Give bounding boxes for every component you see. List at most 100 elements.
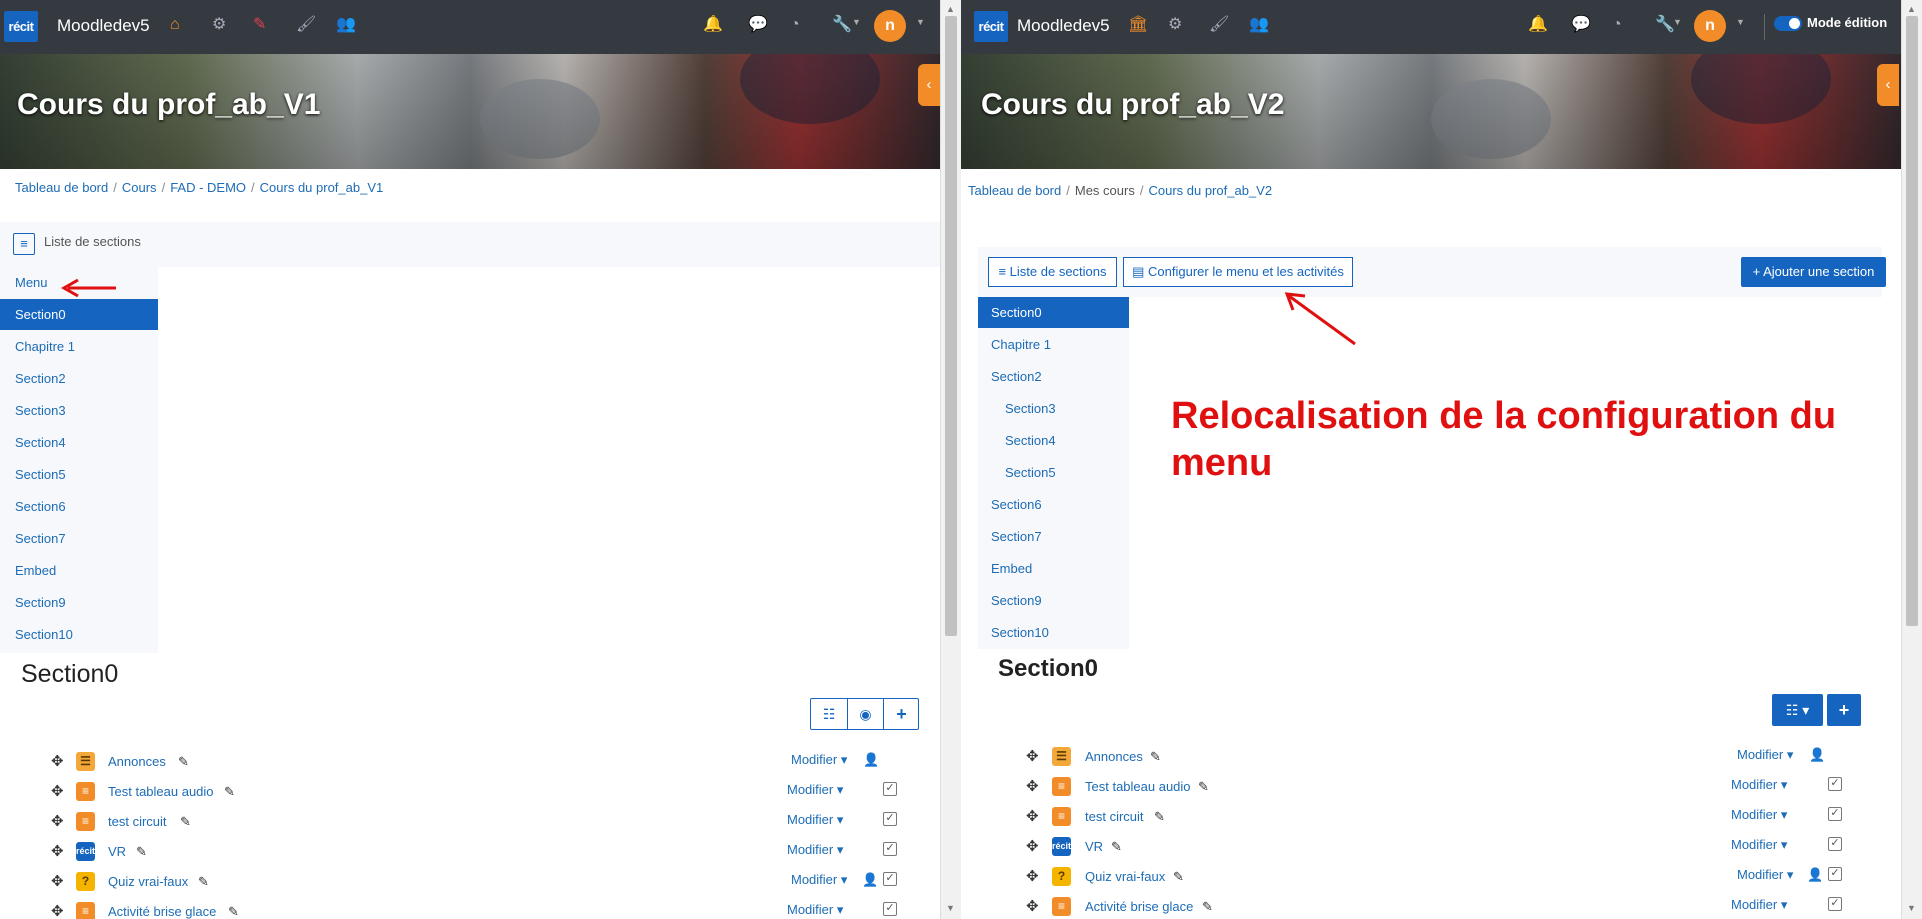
completion-checkbox[interactable]: ✓ bbox=[883, 872, 897, 886]
users-icon[interactable]: 👥 bbox=[1249, 15, 1269, 35]
activity-name[interactable]: Test tableau audio bbox=[1085, 779, 1191, 794]
move-icon[interactable]: ✥ bbox=[1026, 807, 1039, 825]
activity-name[interactable]: Activité brise glace bbox=[1085, 899, 1193, 914]
add-section-button[interactable]: + Ajouter une section bbox=[1741, 257, 1886, 287]
activity-name[interactable]: test circuit bbox=[108, 814, 167, 829]
section-item-1[interactable]: Chapitre 1 bbox=[0, 331, 158, 362]
plus-icon[interactable]: + bbox=[1827, 694, 1861, 726]
pencil-icon[interactable]: ✎ bbox=[1173, 869, 1184, 885]
breadcrumb-item[interactable]: Cours du prof_ab_V1 bbox=[260, 180, 384, 195]
pencil-icon[interactable]: ✎ bbox=[224, 784, 235, 800]
pencil-icon[interactable]: ✎ bbox=[1154, 809, 1165, 825]
modify-dropdown[interactable]: Modifier ▾ bbox=[1731, 807, 1787, 823]
completion-checkbox[interactable]: ✓ bbox=[1828, 897, 1842, 911]
avatar[interactable]: n bbox=[1694, 10, 1726, 42]
breadcrumb-item[interactable]: Cours du prof_ab_V2 bbox=[1148, 183, 1272, 198]
breadcrumb-item[interactable]: FAD - DEMO bbox=[170, 180, 246, 195]
section-item-4[interactable]: Section4 bbox=[0, 427, 158, 458]
drawer-toggle-icon[interactable]: ‹ bbox=[918, 64, 940, 106]
section-item-4[interactable]: Section4 bbox=[978, 425, 1129, 456]
activity-name[interactable]: Quiz vrai-faux bbox=[108, 874, 188, 889]
brush-icon[interactable]: 🖌 bbox=[296, 15, 316, 35]
pencil-icon[interactable]: ✎ bbox=[1111, 839, 1122, 855]
activity-name[interactable]: Test tableau audio bbox=[108, 784, 214, 799]
breadcrumb-item[interactable]: Mes cours bbox=[1075, 183, 1135, 198]
section-options-dropdown[interactable]: ☷ ▾ bbox=[1772, 694, 1823, 726]
dashboard-icon[interactable]: ◔ bbox=[1612, 15, 1622, 35]
completion-checkbox[interactable]: ✓ bbox=[883, 842, 897, 856]
modify-dropdown[interactable]: Modifier ▾ bbox=[791, 872, 847, 888]
completion-checkbox[interactable]: ✓ bbox=[883, 812, 897, 826]
modify-dropdown[interactable]: Modifier ▾ bbox=[787, 812, 843, 828]
move-icon[interactable]: ✥ bbox=[51, 752, 64, 770]
activity-name[interactable]: VR bbox=[108, 844, 126, 859]
bell-icon[interactable]: 🔔 bbox=[703, 15, 723, 35]
modify-dropdown[interactable]: Modifier ▾ bbox=[1731, 777, 1787, 793]
modify-dropdown[interactable]: Modifier ▾ bbox=[787, 782, 843, 798]
wrench-icon[interactable]: 🔧 bbox=[832, 15, 852, 35]
section-item-2[interactable]: Section2 bbox=[0, 363, 158, 394]
section-item-5[interactable]: Section5 bbox=[978, 457, 1129, 488]
bell-icon[interactable]: 🔔 bbox=[1528, 15, 1548, 35]
scroll-thumb[interactable] bbox=[1906, 16, 1918, 626]
section-item-7[interactable]: Section7 bbox=[978, 521, 1129, 552]
modify-dropdown[interactable]: Modifier ▾ bbox=[787, 902, 843, 918]
modify-dropdown[interactable]: Modifier ▾ bbox=[791, 752, 847, 768]
scroll-up-icon[interactable]: ▲ bbox=[946, 4, 955, 14]
completion-checkbox[interactable]: ✓ bbox=[1828, 807, 1842, 821]
completion-checkbox[interactable]: ✓ bbox=[1828, 837, 1842, 851]
pencil-icon[interactable]: ✎ bbox=[178, 754, 189, 770]
pencil-icon[interactable]: ✎ bbox=[1150, 749, 1161, 765]
site-logo[interactable]: récit bbox=[974, 11, 1008, 42]
pencil-icon[interactable]: ✎ bbox=[198, 874, 209, 890]
chevron-down-icon[interactable]: ▼ bbox=[852, 17, 861, 27]
modify-dropdown[interactable]: Modifier ▾ bbox=[787, 842, 843, 858]
dashboard-icon[interactable]: ◔ bbox=[790, 15, 800, 35]
section-item-10[interactable]: Section10 bbox=[978, 617, 1129, 648]
move-icon[interactable]: ✥ bbox=[1026, 837, 1039, 855]
sliders-icon[interactable]: ☷ bbox=[811, 699, 848, 729]
section-item-1[interactable]: Chapitre 1 bbox=[978, 329, 1129, 360]
site-name[interactable]: Moodledev5 bbox=[1017, 16, 1110, 36]
move-icon[interactable]: ✥ bbox=[1026, 897, 1039, 915]
section-item-8[interactable]: Embed bbox=[0, 555, 158, 586]
breadcrumb-item[interactable]: Cours bbox=[122, 180, 157, 195]
activity-name[interactable]: VR bbox=[1085, 839, 1103, 854]
chevron-down-icon[interactable]: ▼ bbox=[916, 17, 925, 27]
chevron-down-icon[interactable]: ▼ bbox=[1736, 17, 1745, 27]
move-icon[interactable]: ✥ bbox=[51, 842, 64, 860]
move-icon[interactable]: ✥ bbox=[51, 812, 64, 830]
plus-icon[interactable]: + bbox=[884, 699, 919, 729]
eye-icon[interactable]: ◉ bbox=[848, 699, 884, 729]
section-item-0[interactable]: Section0 bbox=[978, 297, 1129, 328]
right-scrollbar[interactable]: ▲ ▼ bbox=[1901, 0, 1922, 919]
section-list-button[interactable]: ≡ Liste de sections bbox=[988, 257, 1117, 287]
pencil-icon[interactable]: ✎ bbox=[180, 814, 191, 830]
activity-name[interactable]: test circuit bbox=[1085, 809, 1144, 824]
move-icon[interactable]: ✥ bbox=[1026, 777, 1039, 795]
modify-dropdown[interactable]: Modifier ▾ bbox=[1737, 747, 1793, 763]
pencil-icon[interactable]: ✎ bbox=[228, 904, 239, 919]
home-icon[interactable]: ⌂ bbox=[170, 15, 180, 35]
breadcrumb-item[interactable]: Tableau de bord bbox=[15, 180, 108, 195]
activity-name[interactable]: Annonces bbox=[1085, 749, 1143, 764]
scroll-thumb[interactable] bbox=[945, 16, 957, 636]
section-item-6[interactable]: Section6 bbox=[0, 491, 158, 522]
section-item-9[interactable]: Section9 bbox=[978, 585, 1129, 616]
section-item-3[interactable]: Section3 bbox=[0, 395, 158, 426]
activity-name[interactable]: Activité brise glace bbox=[108, 904, 216, 919]
section-item-7[interactable]: Section7 bbox=[0, 523, 158, 554]
list-toggle-icon[interactable]: ≡ bbox=[13, 233, 35, 255]
chat-icon[interactable]: 💬 bbox=[1571, 15, 1591, 35]
site-name[interactable]: Moodledev5 bbox=[57, 16, 150, 36]
modify-dropdown[interactable]: Modifier ▾ bbox=[1737, 867, 1793, 883]
chevron-down-icon[interactable]: ▼ bbox=[1673, 17, 1682, 27]
scroll-up-icon[interactable]: ▲ bbox=[1907, 4, 1916, 14]
completion-checkbox[interactable]: ✓ bbox=[1828, 867, 1842, 881]
pen-icon[interactable]: ✎ bbox=[253, 15, 266, 35]
move-icon[interactable]: ✥ bbox=[1026, 867, 1039, 885]
completion-checkbox[interactable]: ✓ bbox=[1828, 777, 1842, 791]
section-item-10[interactable]: Section10 bbox=[0, 619, 158, 650]
move-icon[interactable]: ✥ bbox=[51, 872, 64, 890]
section-item-2[interactable]: Section2 bbox=[978, 361, 1129, 392]
